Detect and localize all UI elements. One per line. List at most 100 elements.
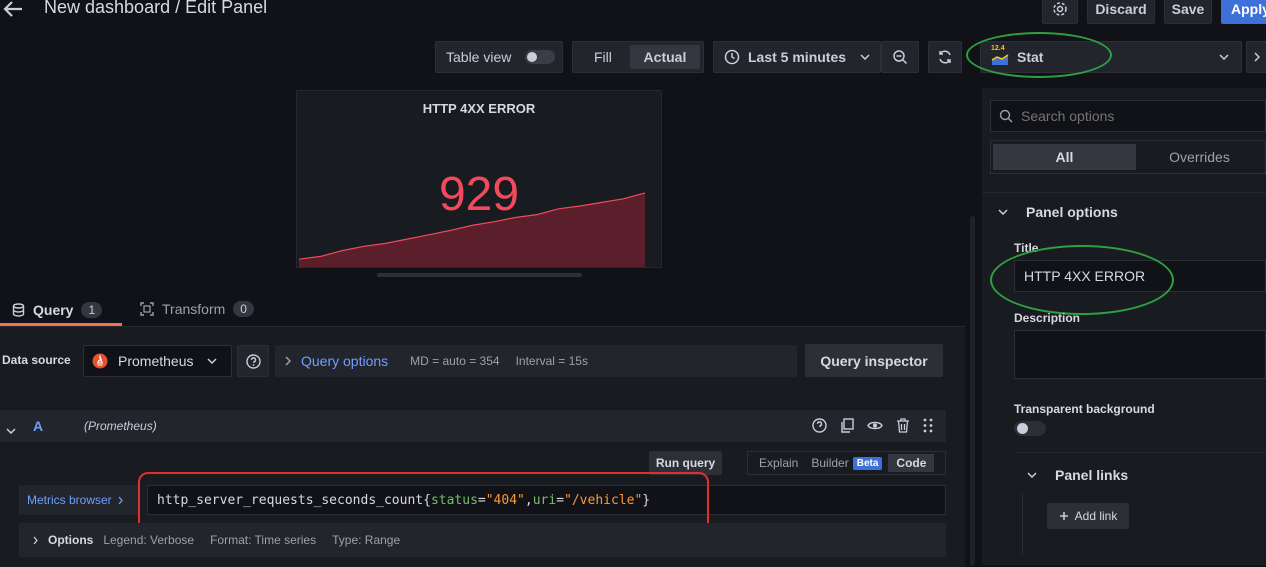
tab-transform[interactable]: Transform 0	[140, 296, 254, 322]
title-value: HTTP 4XX ERROR	[1024, 268, 1146, 284]
save-button[interactable]: Save	[1164, 0, 1212, 24]
duplicate-icon[interactable]	[840, 418, 854, 433]
expr-brace: }	[642, 492, 651, 508]
collapse-query-icon[interactable]	[6, 421, 16, 437]
transform-icon	[140, 302, 154, 316]
refresh-icon	[937, 49, 953, 65]
prometheus-logo-icon	[92, 353, 108, 369]
query-options-summary[interactable]: Options Legend: Verbose Format: Time ser…	[19, 523, 946, 557]
tab-all[interactable]: All	[993, 144, 1136, 170]
discard-button[interactable]: Discard	[1087, 0, 1155, 24]
add-link-label: Add link	[1074, 509, 1118, 523]
builder-option[interactable]: Builder Beta	[807, 456, 886, 470]
tab-overrides[interactable]: Overrides	[1136, 149, 1263, 165]
chevron-down-icon	[1219, 54, 1229, 60]
panel-links-section[interactable]: Panel links	[1027, 467, 1128, 483]
visualization-picker[interactable]: 12.4 Stat	[980, 41, 1242, 73]
apply-button[interactable]: Apply	[1221, 0, 1266, 24]
trash-icon[interactable]	[896, 418, 910, 433]
query-ref-id[interactable]: A	[33, 418, 43, 434]
options-tabs: All Overrides	[990, 140, 1266, 174]
table-view-toggle[interactable]: Table view	[435, 41, 563, 73]
expr-op: =	[556, 492, 565, 508]
format-text: Format: Time series	[210, 533, 317, 547]
tab-query[interactable]: Query 1	[0, 296, 122, 326]
type-text: Type: Range	[332, 533, 401, 547]
collapse-options-button[interactable]	[1246, 41, 1266, 73]
query-datasource-hint: (Prometheus)	[84, 419, 157, 433]
options-divider	[1014, 452, 1266, 453]
help-icon[interactable]	[812, 418, 827, 433]
datasource-label: Data source	[2, 353, 71, 367]
metrics-browser-button[interactable]: Metrics browser	[19, 485, 139, 515]
query-expression-input[interactable]: http_server_requests_seconds_count{statu…	[147, 485, 946, 515]
panel-title: HTTP 4XX ERROR	[422, 101, 536, 116]
options-divider	[982, 192, 1266, 193]
panel-preview: HTTP 4XX ERROR 929	[296, 90, 662, 268]
expr-label-value: "404"	[485, 492, 525, 508]
tab-transform-count: 0	[233, 301, 254, 317]
database-icon	[12, 302, 25, 317]
panel-resize-handle[interactable]	[377, 273, 582, 277]
datasource-help-button[interactable]	[237, 345, 269, 377]
stat-viz-icon: 12.4	[991, 45, 1009, 66]
zoom-out-button[interactable]	[881, 41, 919, 73]
title-input[interactable]: HTTP 4XX ERROR	[1014, 260, 1266, 292]
table-view-switch[interactable]	[525, 50, 556, 64]
help-icon	[245, 353, 261, 369]
search-options-field[interactable]	[990, 100, 1266, 132]
interval-text: Interval = 15s	[515, 354, 588, 368]
chevron-right-icon	[1254, 52, 1260, 62]
expr-op: =	[477, 492, 486, 508]
beta-badge: Beta	[852, 456, 883, 470]
legend-text: Legend: Verbose	[103, 533, 195, 547]
chevron-down-icon	[207, 358, 218, 364]
time-range-label: Last 5 minutes	[748, 49, 847, 65]
chevron-right-icon	[285, 356, 291, 366]
query-inspector-button[interactable]: Query inspector	[805, 344, 943, 377]
title-label: Title	[1014, 241, 1039, 255]
datasource-name: Prometheus	[118, 353, 194, 369]
datasource-picker[interactable]: Prometheus	[83, 345, 232, 377]
editor-mode-group: Explain Builder Beta Code	[747, 451, 946, 475]
expr-label-key: uri	[532, 492, 557, 508]
editor-scrollbar[interactable]	[970, 216, 975, 566]
drag-handle-icon[interactable]	[923, 418, 933, 433]
description-input[interactable]	[1014, 330, 1266, 379]
fill-option[interactable]: Fill	[576, 49, 630, 65]
panel-options-heading: Panel options	[1026, 204, 1118, 220]
add-link-button[interactable]: Add link	[1047, 503, 1129, 529]
tab-query-label: Query	[33, 301, 74, 318]
zoom-out-icon	[892, 49, 908, 65]
expr-comma: ,	[524, 492, 533, 508]
builder-label: Builder	[811, 456, 849, 470]
explain-toggle[interactable]: Explain	[750, 456, 807, 470]
code-option[interactable]: Code	[888, 454, 935, 472]
refresh-button[interactable]	[928, 41, 962, 73]
settings-button[interactable]	[1042, 0, 1078, 24]
options-label: Options	[48, 533, 94, 547]
query-options-label: Query options	[301, 353, 389, 369]
panel-options-section[interactable]: Panel options	[998, 204, 1118, 220]
plus-icon	[1059, 511, 1069, 521]
chevron-down-icon	[860, 54, 870, 60]
chevron-right-icon	[118, 496, 123, 505]
metrics-browser-label: Metrics browser	[27, 493, 112, 507]
clock-icon	[724, 49, 740, 65]
visualization-label: Stat	[1017, 49, 1044, 65]
chevron-right-icon	[33, 536, 38, 545]
query-options-row[interactable]: Query options MD = auto = 354 Interval =…	[275, 345, 797, 377]
run-query-button[interactable]: Run query	[649, 451, 722, 475]
actual-option[interactable]: Actual	[629, 45, 700, 69]
chevron-down-icon	[1027, 472, 1037, 478]
transparent-label: Transparent background	[1014, 402, 1155, 416]
query-row-actions	[812, 418, 933, 433]
panel-links-heading: Panel links	[1055, 467, 1129, 483]
time-range-picker[interactable]: Last 5 minutes	[713, 41, 881, 73]
eye-icon[interactable]	[867, 418, 883, 433]
transparent-switch[interactable]	[1014, 421, 1046, 436]
back-arrow-icon[interactable]	[2, 0, 26, 18]
tab-transform-label: Transform	[162, 301, 226, 317]
search-input[interactable]	[1019, 107, 1253, 125]
panel-links-guide	[1022, 494, 1023, 554]
